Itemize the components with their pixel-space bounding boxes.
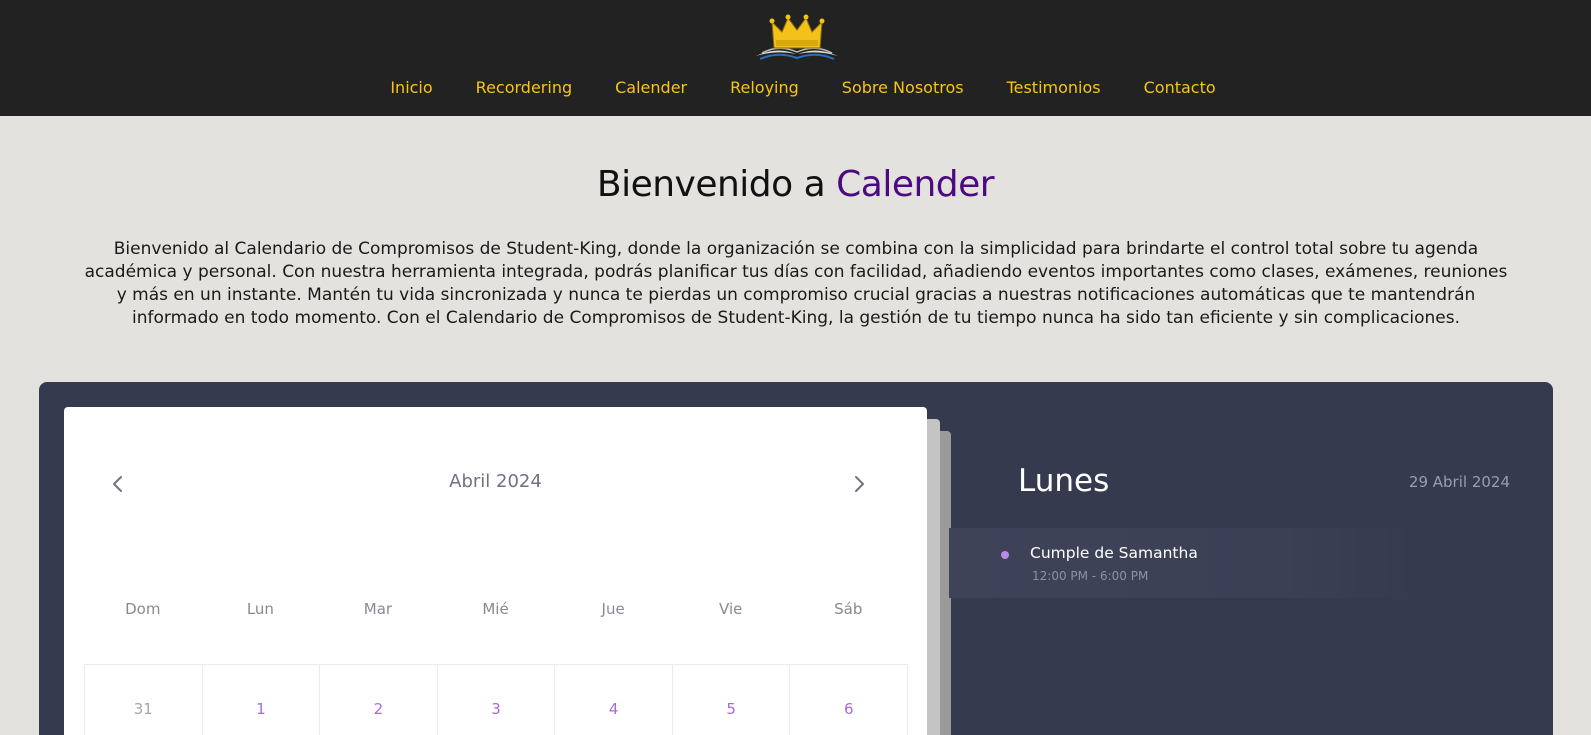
nav-link-reloying[interactable]: Reloying	[730, 78, 799, 97]
weekday-label: Vie	[719, 600, 743, 618]
page-title-accent: Calender	[836, 164, 995, 205]
chevron-right-icon[interactable]	[847, 472, 871, 496]
weekday-label: Dom	[125, 600, 161, 618]
page-title: Bienvenido a Calender	[0, 164, 1591, 205]
weekday-label: Lun	[246, 600, 274, 618]
event-title: Cumple de Samantha	[1030, 544, 1198, 562]
nav-link-recordering[interactable]: Recordering	[476, 78, 572, 97]
page-title-prefix: Bienvenido a	[596, 164, 837, 205]
weekday-label: Mar	[363, 600, 393, 618]
day-cell[interactable]: 2	[320, 665, 438, 735]
event-item[interactable]: Cumple de Samantha 12:00 PM - 6:00 PM	[949, 528, 1419, 598]
selected-day-name: Lunes	[1018, 463, 1110, 499]
month-label: Abril 2024	[449, 471, 542, 492]
nav-link-calender[interactable]: Calender	[615, 78, 687, 97]
main-menu: Inicio Recordering Calender Reloying Sob…	[0, 78, 1591, 97]
nav-link-sobre-nosotros[interactable]: Sobre Nosotros	[842, 78, 964, 97]
event-time: 12:00 PM - 6:00 PM	[1032, 569, 1149, 583]
weekday-label: Mié	[482, 600, 509, 618]
intro-paragraph: Bienvenido al Calendario de Compromisos …	[84, 239, 1508, 328]
weekday-header-row: Dom Lun Mar Mié Jue Vie Sáb	[84, 600, 907, 618]
day-cell[interactable]: 4	[555, 665, 673, 735]
weekday-label: Jue	[601, 600, 625, 618]
calendar-card: Abril 2024 Dom Lun Mar Mié Jue Vie Sáb 3…	[64, 407, 927, 735]
day-cell[interactable]: 3	[438, 665, 556, 735]
day-cell-prev-month[interactable]: 31	[85, 665, 203, 735]
selected-day-date: 29 Abril 2024	[1408, 473, 1510, 491]
day-cell[interactable]: 1	[203, 665, 321, 735]
nav-link-inicio[interactable]: Inicio	[390, 78, 432, 97]
event-dot-icon	[1001, 551, 1009, 559]
day-cell[interactable]: 5	[673, 665, 791, 735]
nav-link-contacto[interactable]: Contacto	[1144, 78, 1216, 97]
day-cell[interactable]: 6	[790, 665, 909, 735]
weekday-label: Sáb	[834, 600, 863, 618]
calendar-week-row: 31 1 2 3 4 5 6	[84, 664, 909, 735]
crown-book-logo[interactable]	[752, 12, 842, 62]
top-navigation-bar: Inicio Recordering Calender Reloying Sob…	[0, 0, 1591, 116]
nav-link-testimonios[interactable]: Testimonios	[1007, 78, 1101, 97]
